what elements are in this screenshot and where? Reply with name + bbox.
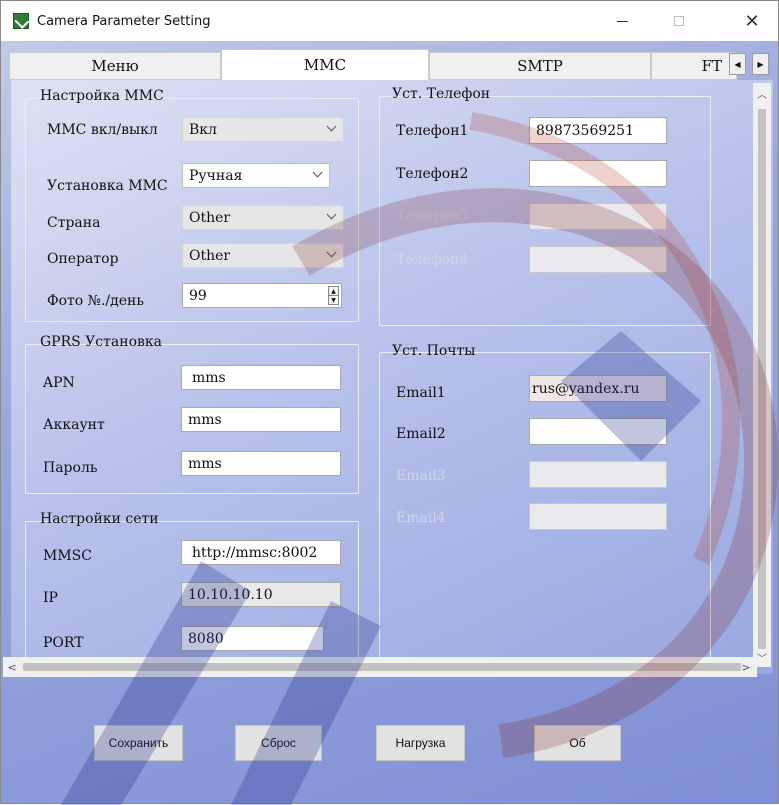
ip-label: IP xyxy=(43,590,58,606)
email1-input[interactable]: rus@yandex.ru xyxy=(529,375,667,402)
tab-strip: Меню MMC SMTP FT xyxy=(9,49,779,80)
tab-scroll-left-button[interactable]: ◀ xyxy=(729,53,746,75)
save-button[interactable]: Сохранить xyxy=(94,725,183,761)
chevron-down-icon xyxy=(312,167,323,178)
stepper-up-icon: ▲ xyxy=(329,287,338,296)
password-input[interactable]: mms xyxy=(181,451,341,476)
vertical-scrollbar[interactable]: ︿ ﹀ xyxy=(753,83,771,667)
apn-label: APN xyxy=(43,375,75,391)
tab-scroll-right-button[interactable]: ▶ xyxy=(752,53,769,75)
maximize-icon xyxy=(674,16,684,26)
email2-label: Email2 xyxy=(396,426,446,442)
port-input[interactable]: 8080 xyxy=(181,626,324,651)
mms-mode-select[interactable]: Ручная xyxy=(182,163,330,188)
stepper-down-icon: ▼ xyxy=(331,296,336,304)
phone1-input[interactable]: 89873569251 xyxy=(529,117,667,144)
account-input[interactable]: mms xyxy=(181,407,341,432)
horizontal-scroll-thumb[interactable] xyxy=(23,663,741,671)
arrow-right-icon: ▶ xyxy=(757,59,764,69)
gprs-title: GPRS Установка xyxy=(40,334,162,350)
tab-mmc[interactable]: MMC xyxy=(221,49,429,80)
chevron-down-icon xyxy=(326,121,337,132)
port-label: PORT xyxy=(43,635,84,651)
apn-input[interactable]: mms xyxy=(181,365,341,390)
phone4-input xyxy=(529,246,667,273)
email1-label: Email1 xyxy=(396,385,446,401)
phone2-label: Телефон2 xyxy=(396,166,469,182)
chevron-down-icon xyxy=(326,209,337,220)
phone1-label: Телефон1 xyxy=(396,123,469,139)
mms-onoff-value: Вкл xyxy=(189,121,217,138)
photos-per-day-value: 99 xyxy=(189,287,207,304)
arrow-left-icon: ◀ xyxy=(734,59,741,69)
vertical-scroll-thumb[interactable] xyxy=(758,109,766,649)
about-button[interactable]: Об xyxy=(534,725,621,761)
email2-input[interactable] xyxy=(529,418,667,445)
maximize-button[interactable] xyxy=(656,1,702,41)
mms-mode-value: Ручная xyxy=(189,167,243,184)
email3-input xyxy=(529,461,667,488)
mmsc-input[interactable]: http://mmsc:8002 xyxy=(181,540,341,565)
minimize-button[interactable] xyxy=(599,1,645,41)
app-window: Camera Parameter Setting ✕ Меню MMC SMTP… xyxy=(0,0,779,805)
operator-label: Оператор xyxy=(47,251,119,267)
tab-menu[interactable]: Меню xyxy=(9,52,221,80)
operator-value: Other xyxy=(189,247,231,264)
chevron-left-icon[interactable]: < xyxy=(3,657,21,677)
network-title: Настройки сети xyxy=(40,511,159,527)
horizontal-scrollbar[interactable]: < > xyxy=(3,657,757,677)
mmsc-label: MMSC xyxy=(43,548,92,564)
operator-select[interactable]: Other xyxy=(182,243,344,268)
title-bar: Camera Parameter Setting ✕ xyxy=(1,1,778,41)
ip-input[interactable]: 10.10.10.10 xyxy=(181,582,341,607)
chevron-up-icon[interactable]: ︿ xyxy=(753,83,771,103)
account-label: Аккаунт xyxy=(43,417,105,433)
stepper-arrows[interactable]: ▲ ▼ xyxy=(328,286,339,305)
tab-smtp[interactable]: SMTP xyxy=(429,52,651,80)
phone-title: Уст. Телефон xyxy=(392,86,491,102)
password-label: Пароль xyxy=(43,460,98,476)
tab-ftp[interactable]: FT xyxy=(651,52,737,80)
mms-mode-label: Установка MMC xyxy=(47,178,168,194)
minimize-icon xyxy=(616,20,628,22)
close-icon: ✕ xyxy=(744,10,760,32)
email3-label: Email3 xyxy=(396,468,446,484)
email4-input xyxy=(529,503,667,530)
email-title: Уст. Почты xyxy=(392,343,476,359)
mms-onoff-label: MMC вкл/выкл xyxy=(47,122,158,138)
load-button[interactable]: Нагрузка xyxy=(376,725,465,761)
close-button[interactable]: ✕ xyxy=(729,1,775,41)
phone3-input xyxy=(529,203,667,230)
app-icon xyxy=(13,13,29,29)
phone4-label: Телефон4 xyxy=(396,252,469,268)
chevron-right-icon[interactable]: > xyxy=(737,657,755,677)
photos-per-day-label: Фото №./день xyxy=(47,293,144,309)
photos-per-day-stepper[interactable]: 99 ▲ ▼ xyxy=(182,283,342,308)
window-title: Camera Parameter Setting xyxy=(37,13,211,29)
country-label: Страна xyxy=(47,215,101,231)
mms-settings-title: Настройка MMC xyxy=(40,88,164,104)
reset-button[interactable]: Сброс xyxy=(235,725,322,761)
mmc-panel: Настройка MMC MMC вкл/выкл Вкл Установка… xyxy=(11,80,773,674)
country-select[interactable]: Other xyxy=(182,205,344,230)
country-value: Other xyxy=(189,209,231,226)
mms-onoff-select[interactable]: Вкл xyxy=(182,117,344,142)
phone2-input[interactable] xyxy=(529,160,667,187)
email4-label: Email4 xyxy=(396,510,446,526)
chevron-down-icon xyxy=(326,247,337,258)
phone3-label: Телефон3 xyxy=(396,208,469,224)
